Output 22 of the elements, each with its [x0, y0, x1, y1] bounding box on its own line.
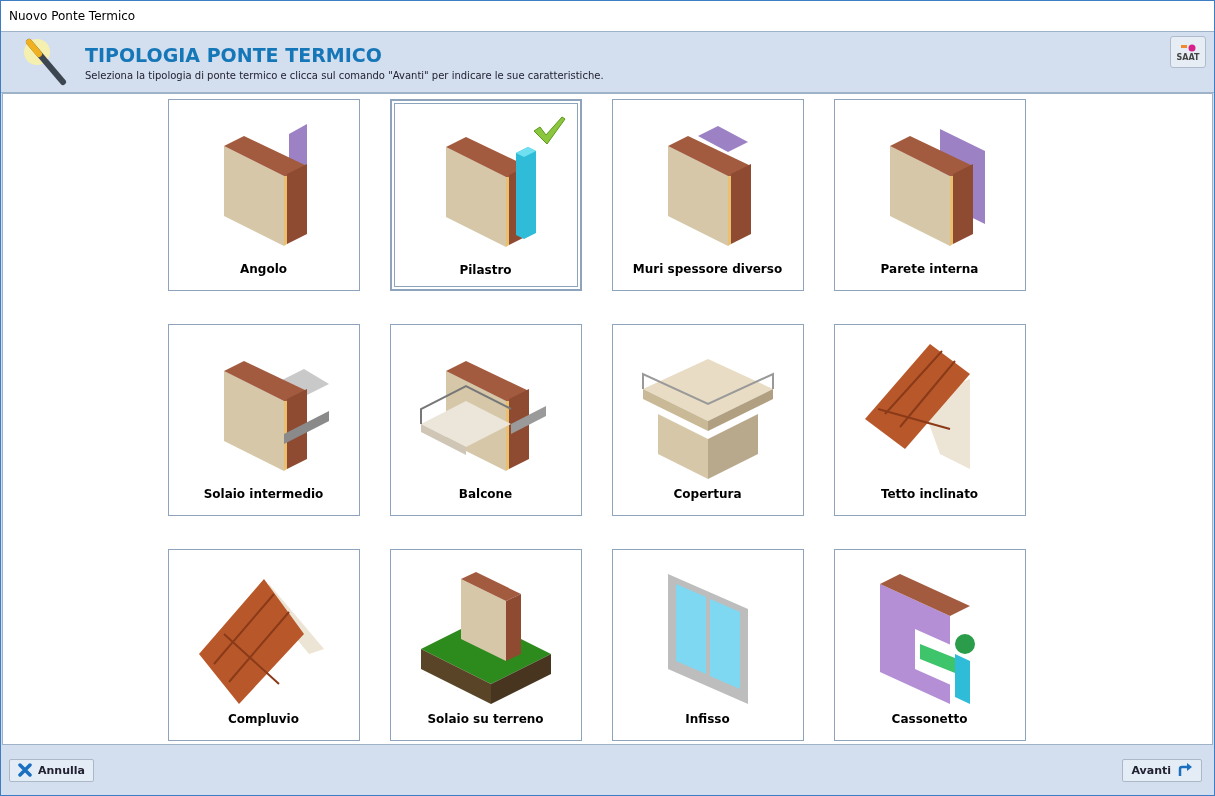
dialog-heading: TIPOLOGIA PONTE TERMICO — [85, 43, 383, 66]
instruction-text: Seleziona la tipologia di ponte termico e clicca sul comando "Avanti" per indicare le sue caratteristiche. — [85, 69, 605, 81]
window-title: Nuovo Ponte Termico — [9, 9, 136, 23]
bridge-type-tile[interactable]: Compluvio — [167, 549, 360, 741]
bridge-type-tile[interactable]: Cassonetto — [833, 549, 1026, 741]
logo-icon — [1179, 42, 1197, 53]
redo-arrow-icon — [1177, 763, 1193, 777]
cancel-button[interactable]: Annulla — [9, 758, 94, 782]
bridge-type-tile[interactable]: Tetto inclinato — [833, 324, 1026, 516]
checkmark-icon — [531, 115, 566, 145]
bridge-type-tile[interactable]: Solaio intermedio — [167, 324, 360, 516]
bridge-type-tile[interactable]: Copertura — [611, 324, 804, 516]
bridge-type-tile[interactable]: Muri spessore diverso — [611, 99, 804, 291]
bridge-type-tile[interactable]: Pilastro — [389, 99, 582, 291]
bridge-type-tile[interactable]: Angolo — [167, 99, 360, 291]
bridge-type-tile[interactable]: Infisso — [611, 549, 804, 741]
close-icon — [18, 763, 32, 777]
bridge-type-tile[interactable]: Solaio su terreno — [389, 549, 582, 741]
bridge-type-tile[interactable]: Balcone — [389, 324, 582, 516]
bridge-type-tile[interactable]: Parete interna — [833, 99, 1026, 291]
next-button[interactable]: Avanti — [1122, 758, 1202, 782]
logo-button[interactable]: SAAT — [1170, 36, 1206, 68]
